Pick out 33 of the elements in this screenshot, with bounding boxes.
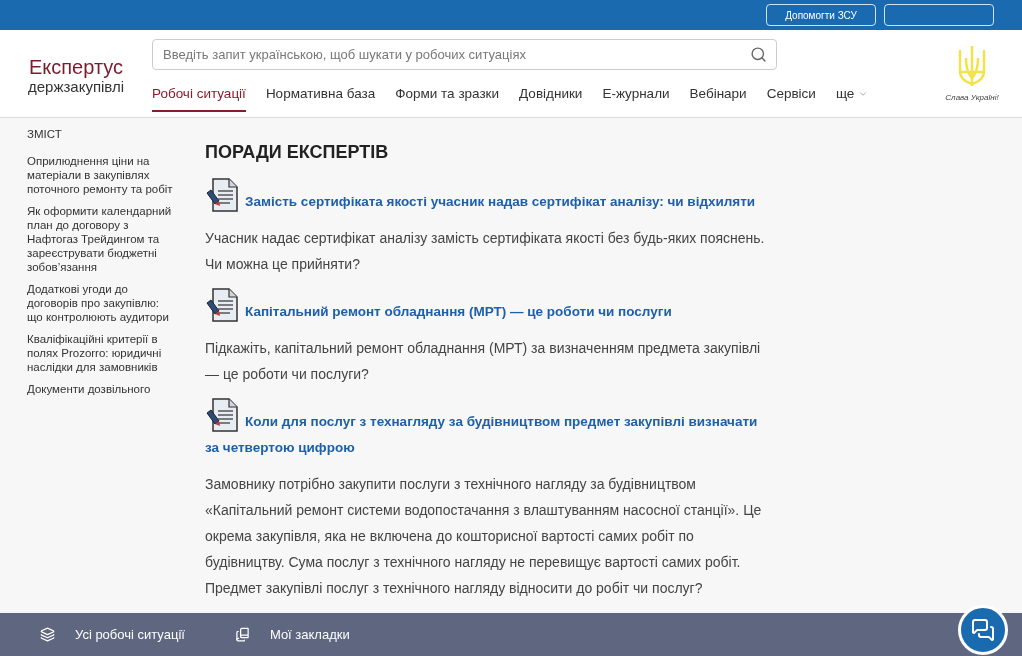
nav-tab[interactable]: Е-журнали [602, 84, 670, 113]
donate-button[interactable]: Допомогти ЗСУ [766, 4, 876, 26]
layers-icon [40, 627, 55, 642]
logo-title[interactable]: Експертус [28, 56, 124, 78]
article-title-link[interactable]: Капітальний ремонт обладнання (МРТ) — це роботи чи послуги [205, 287, 765, 325]
bookmark-icon [234, 627, 250, 642]
nav-tab[interactable]: Довідники [519, 84, 583, 113]
nav-tab[interactable]: Робочі ситуації [152, 84, 246, 113]
nav-tab[interactable]: Форми та зразки [395, 84, 500, 113]
logo-subtitle[interactable]: держзакупівлі [27, 78, 125, 95]
article-summary: Підкажіть, капітальний ремонт обладнання (МРТ) за визначенням предмета закупівлі — це роботи чи послуги? [205, 339, 762, 384]
sidebar-link[interactable]: Кваліфікаційні критерії в полях Prozorro: юридичні наслідки для замовників [27, 332, 175, 375]
search-icon[interactable] [750, 46, 767, 63]
search-field[interactable]: Введіть запит українською, щоб шукати у робочих ситуаціях [152, 39, 777, 70]
article-summary: Замовнику потрібно закупити послуги з технічного нагляду за будівництвом «Капітальний ремонт системи водопостачання з влаштуванням насосної станції». Це окрема закупівля, яка не включена до кошторисної вартості самих робіт по будівництву. Сума послуг з технічного нагляду не перевищує вартості самих робіт. Предмет закупівлі послуг з технічного нагляду відносити до робіт чи послуг? [205, 475, 763, 598]
emblem-caption: Слава Україні! [945, 91, 999, 104]
sidebar-link[interactable]: Оприлюднення ціни на матеріали в закупівлях поточного ремонту та робіт [27, 154, 175, 197]
sidebar-link[interactable]: Документи дозвільного [27, 382, 175, 397]
nav-tab[interactable]: Вебінари [689, 84, 747, 113]
bookmarks-link[interactable]: Мої закладки [234, 624, 350, 645]
chat-icon [971, 618, 995, 642]
article-summary: Учасник надає сертифікат аналізу замість сертифіката якості без будь-яких пояснень. Чи можна це прийняти? [205, 229, 765, 274]
all-situations-link[interactable]: Усі робочі ситуації [40, 624, 185, 645]
nav-tab[interactable]: Сервіси [766, 84, 816, 113]
blank-button[interactable] [884, 4, 994, 26]
article-title-link[interactable]: Замість сертифіката якості учасник надав сертифікат аналізу: чи відхиляти [205, 177, 765, 215]
sidebar-title: ЗМІСТ [27, 127, 63, 142]
sidebar-link[interactable]: Додаткові угоди до договорів про закупівлю: що контролюють аудитори [27, 282, 175, 325]
sidebar-link[interactable]: Як оформити календарний план до договору з Нафтогаз Трейдингом та зареєструвати бюджетні зобов’язання [27, 204, 175, 275]
section-heading: ПОРАДИ ЕКСПЕРТІВ [205, 141, 390, 164]
article-title-link[interactable]: Коли для послуг з технагляду за будівництвом предмет закупівлі визначати за четвертою цифрою [205, 397, 765, 461]
nav-tab[interactable]: ще [835, 84, 869, 113]
nav-tab[interactable]: Нормативна база [265, 84, 376, 113]
